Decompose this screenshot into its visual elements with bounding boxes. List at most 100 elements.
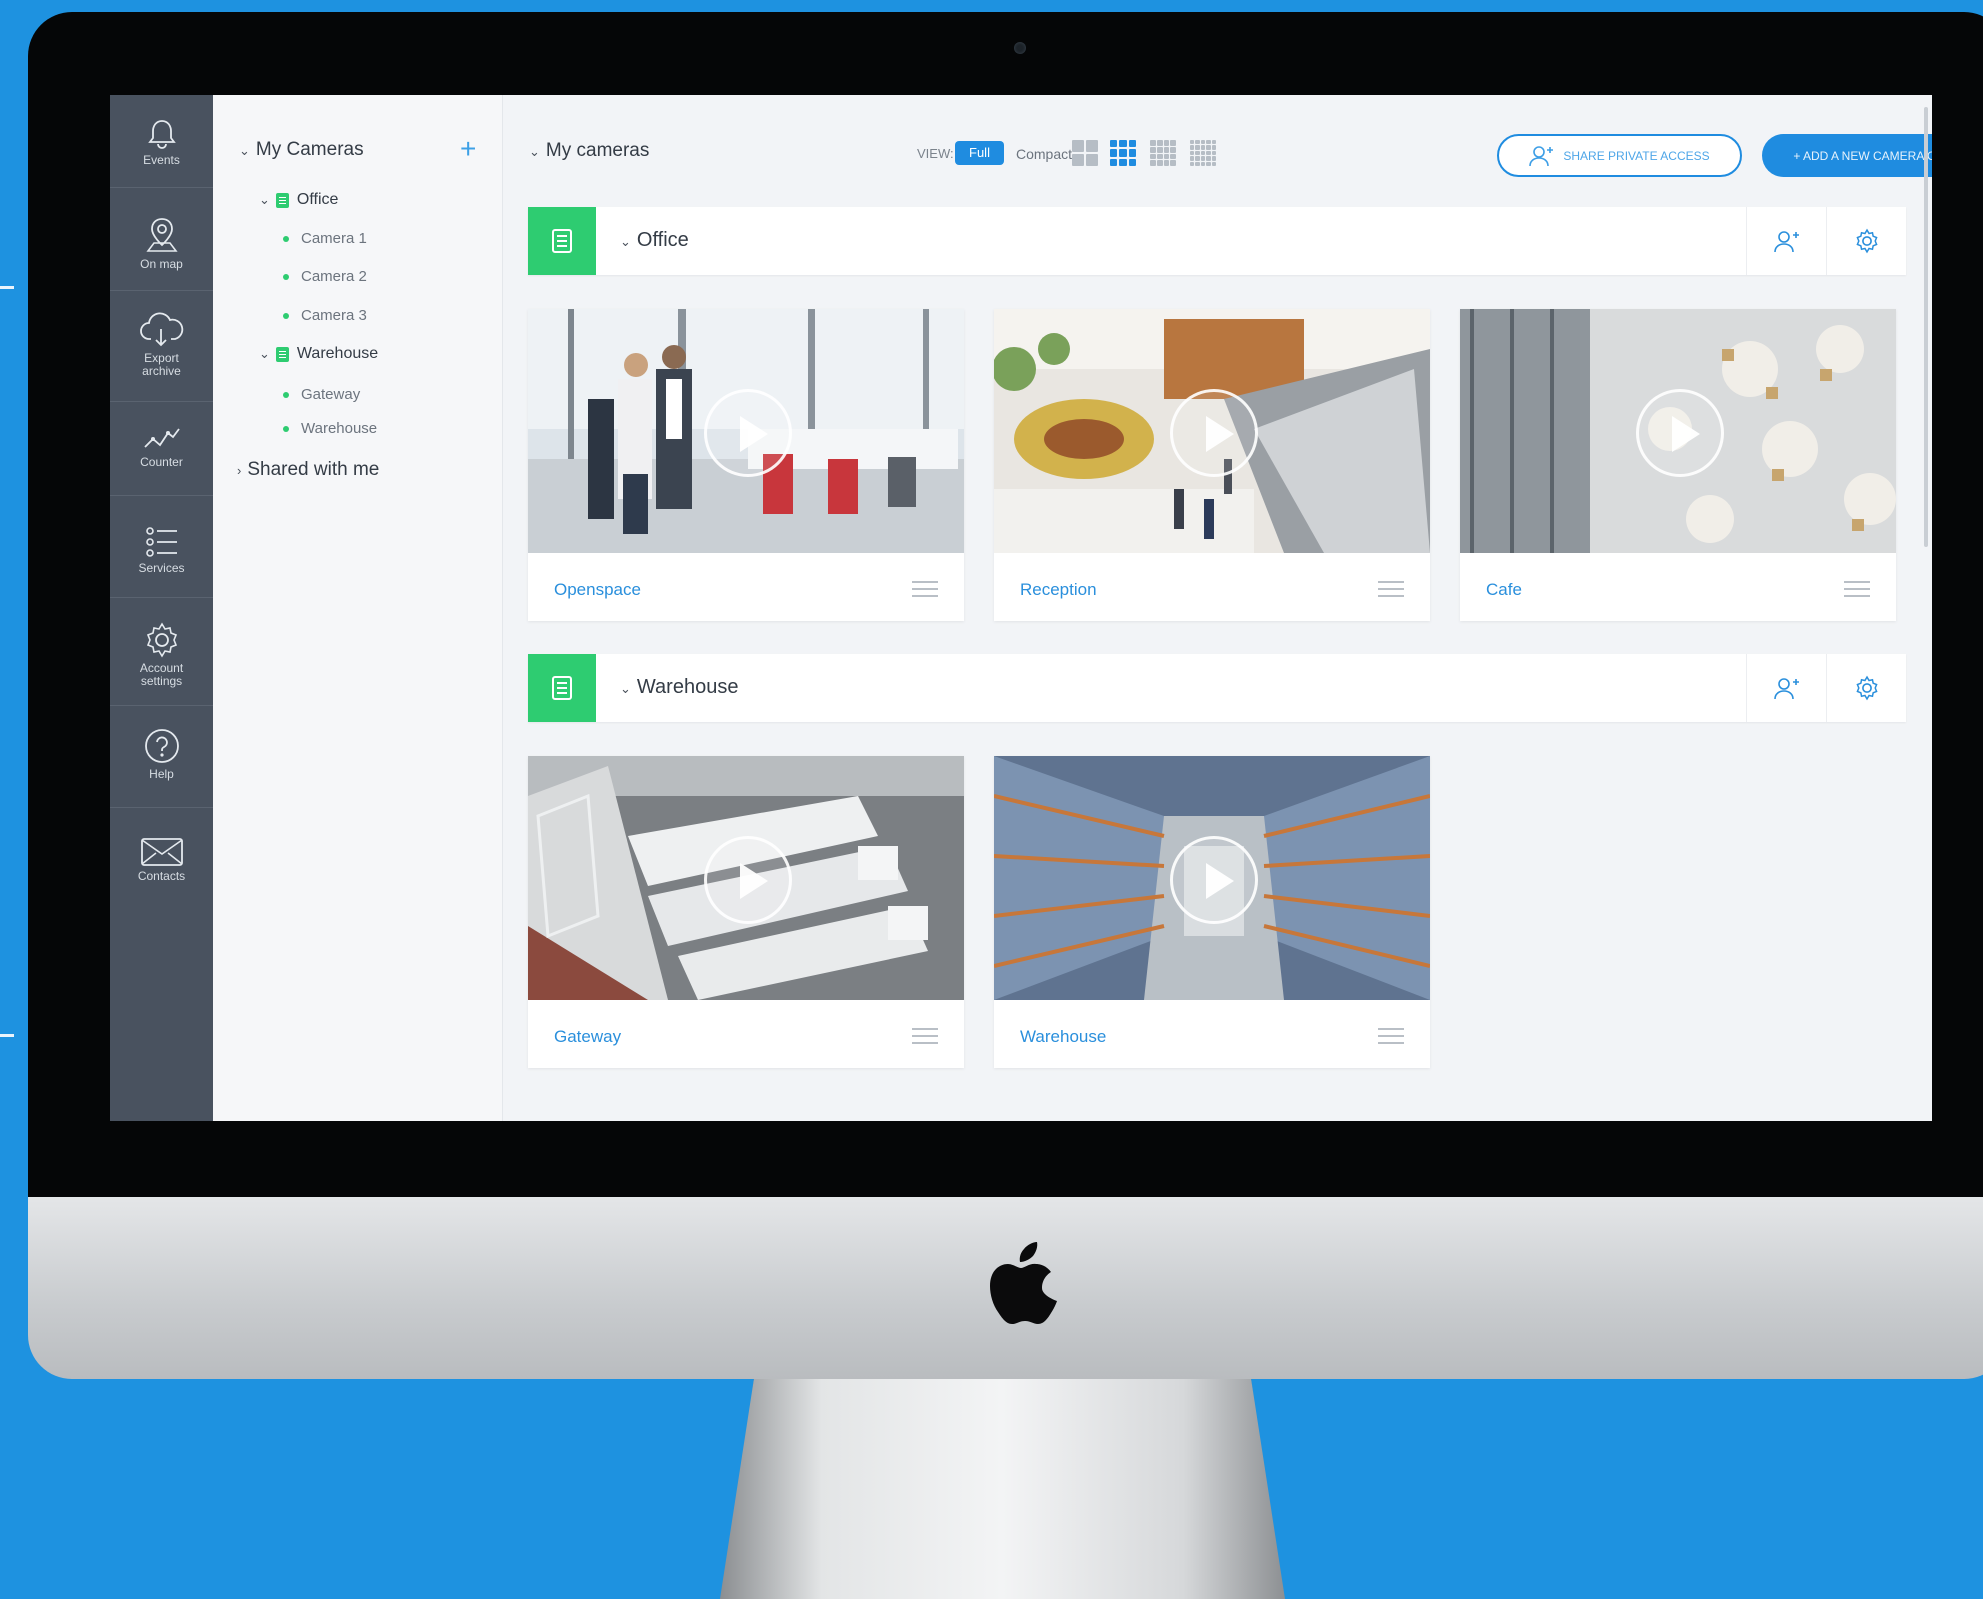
grid-2x2-icon[interactable] — [1072, 140, 1098, 166]
menu-icon[interactable] — [1844, 581, 1870, 599]
chevron-down-icon: ⌄ — [239, 143, 250, 158]
camera-thumbnail[interactable] — [1460, 309, 1896, 553]
group-icon — [528, 207, 596, 275]
rail-item-export-archive[interactable]: Export archive — [110, 311, 213, 378]
rail-label: Account settings — [139, 661, 184, 688]
chevron-down-icon: ⌄ — [620, 234, 631, 249]
rail-label: Help — [149, 767, 174, 781]
menu-icon[interactable] — [912, 1028, 938, 1046]
camera-thumbnail[interactable] — [994, 756, 1430, 1000]
group-share-button[interactable] — [1746, 654, 1826, 722]
add-group-button[interactable]: + — [460, 133, 476, 165]
tree-group-office[interactable]: ⌄ Office — [259, 191, 338, 209]
group-settings-button[interactable] — [1826, 654, 1906, 722]
gear-icon — [146, 622, 177, 658]
play-icon[interactable] — [1170, 389, 1258, 477]
share-button-label: SHARE PRIVATE ACCESS — [1563, 148, 1710, 163]
app-screen: Events On map Export archive Counter Ser… — [110, 95, 1932, 1121]
play-icon[interactable] — [1170, 836, 1258, 924]
group-icon — [275, 346, 289, 362]
add-camera-button[interactable]: + ADD A NEW CAMERA OR DVR — [1762, 134, 1932, 177]
rail-item-events[interactable]: Events — [110, 117, 213, 167]
add-button-label: + ADD A NEW CAMERA OR DVR — [1793, 148, 1932, 163]
camera-thumbnail[interactable] — [528, 309, 964, 553]
rail-label: Counter — [140, 455, 183, 469]
tree-camera-label: Gateway — [301, 386, 361, 403]
camera-name[interactable]: Cafe — [1486, 580, 1522, 600]
camera-card-gateway[interactable]: Gateway — [528, 756, 964, 1068]
camera-thumbnail[interactable] — [528, 756, 964, 1000]
page-title[interactable]: ⌄ My cameras — [529, 140, 649, 162]
camera-name[interactable]: Warehouse — [1020, 1027, 1106, 1047]
rail-divider — [110, 187, 213, 188]
page-title-label: My cameras — [545, 140, 650, 161]
rail-divider — [110, 597, 213, 598]
camera-card-openspace[interactable]: Openspace — [528, 309, 964, 621]
grid-4x4-icon[interactable] — [1150, 140, 1176, 166]
rail-item-on-map[interactable]: On map — [110, 215, 213, 271]
play-icon[interactable] — [704, 389, 792, 477]
chevron-down-icon: ⌄ — [620, 681, 631, 696]
rail-divider — [110, 705, 213, 706]
tree-camera-item[interactable]: Gateway — [283, 386, 360, 403]
camera-name[interactable]: Reception — [1020, 580, 1097, 600]
add-user-icon — [1773, 231, 1799, 253]
add-user-icon — [1529, 145, 1554, 166]
scrollbar[interactable] — [1924, 107, 1928, 547]
gear-icon — [1855, 228, 1878, 254]
grid-3x3-icon[interactable] — [1110, 140, 1136, 166]
tree-title[interactable]: ⌄ My Cameras — [239, 139, 364, 161]
menu-icon[interactable] — [912, 581, 938, 599]
rail-item-help[interactable]: Help — [110, 727, 213, 781]
camera-thumbnail[interactable] — [994, 309, 1430, 553]
camera-card-reception[interactable]: Reception — [994, 309, 1430, 621]
group-title[interactable]: ⌄ Warehouse — [620, 676, 738, 699]
monitor-stand — [720, 1379, 1285, 1599]
camera-name[interactable]: Gateway — [554, 1027, 621, 1047]
menu-icon[interactable] — [1378, 1028, 1404, 1046]
tree-group-label: Warehouse — [296, 345, 379, 362]
group-settings-button[interactable] — [1826, 207, 1906, 275]
webcam — [1014, 42, 1026, 54]
camera-card-warehouse[interactable]: Warehouse — [994, 756, 1430, 1068]
view-full-toggle[interactable]: Full — [955, 141, 1004, 165]
group-header-office: ⌄ Office — [528, 207, 1906, 275]
camera-card-cafe[interactable]: Cafe — [1460, 309, 1896, 621]
tree-group-warehouse[interactable]: ⌄ Warehouse — [259, 345, 378, 363]
add-user-icon — [1773, 678, 1799, 700]
play-icon[interactable] — [1636, 389, 1724, 477]
rail-item-counter[interactable]: Counter — [110, 423, 213, 469]
camera-name[interactable]: Openspace — [554, 580, 641, 600]
bell-icon — [147, 120, 176, 149]
menu-icon[interactable] — [1378, 581, 1404, 599]
rail-label: On map — [140, 257, 183, 271]
rail-divider — [110, 495, 213, 496]
rail-item-contacts[interactable]: Contacts — [110, 837, 213, 883]
tree-shared-with-me[interactable]: › Shared with me — [237, 459, 379, 481]
rail-item-services[interactable]: Services — [110, 525, 213, 575]
tree-camera-item[interactable]: Camera 1 — [283, 230, 367, 247]
gear-icon — [1855, 675, 1878, 701]
tree-group-label: Office — [296, 191, 339, 208]
rail-divider — [110, 807, 213, 808]
group-header-warehouse: ⌄ Warehouse — [528, 654, 1906, 722]
tree-camera-item[interactable]: Camera 3 — [283, 307, 367, 324]
rail-label: Contacts — [137, 869, 186, 883]
group-title[interactable]: ⌄ Office — [620, 229, 689, 252]
edge-mark — [0, 286, 14, 289]
cloud-download-icon — [139, 312, 183, 347]
tree-camera-item[interactable]: Warehouse — [283, 420, 377, 437]
view-label: VIEW: — [917, 146, 954, 161]
edge-mark — [0, 1034, 14, 1037]
rail-label: Services — [138, 561, 185, 575]
group-title-label: Warehouse — [636, 676, 739, 698]
tree-camera-item[interactable]: Camera 2 — [283, 268, 367, 285]
group-share-button[interactable] — [1746, 207, 1826, 275]
tree-camera-label: Camera 3 — [301, 307, 367, 324]
play-icon[interactable] — [704, 836, 792, 924]
rail-item-account-settings[interactable]: Account settings — [110, 621, 213, 688]
view-compact-toggle[interactable]: Compact — [1016, 146, 1072, 162]
grid-5x5-icon[interactable] — [1190, 140, 1216, 166]
list-icon — [145, 527, 177, 557]
share-private-access-button[interactable]: SHARE PRIVATE ACCESS — [1497, 134, 1742, 177]
